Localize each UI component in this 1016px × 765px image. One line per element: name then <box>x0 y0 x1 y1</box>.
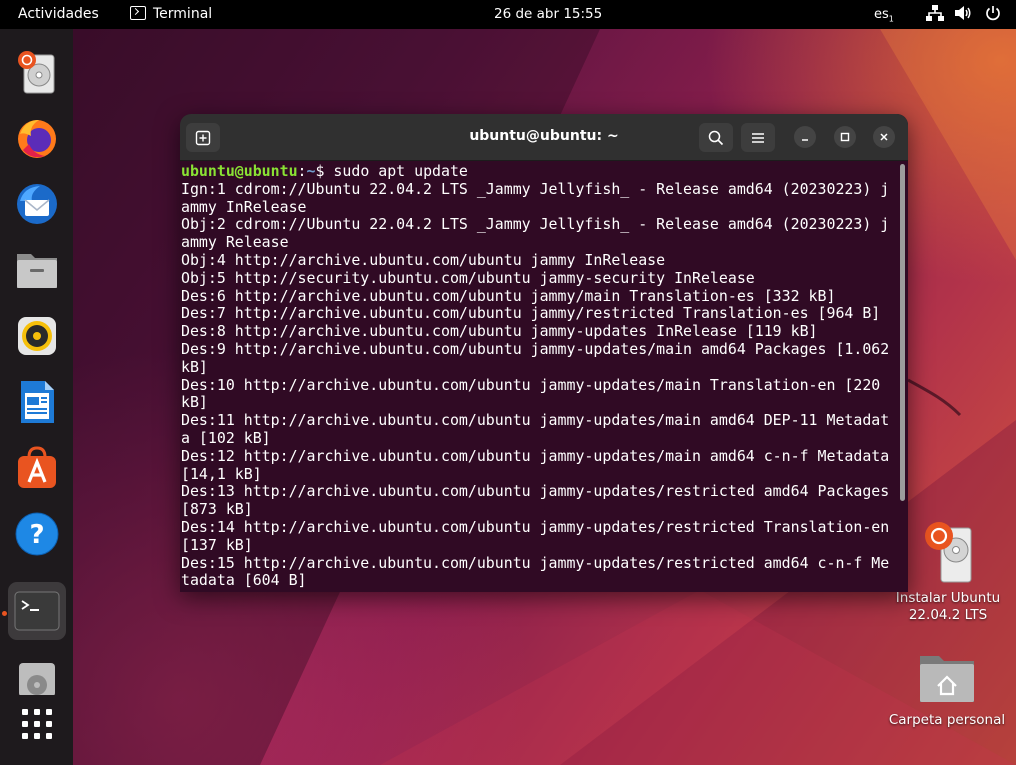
keyboard-layout-index: 1 <box>888 14 894 24</box>
minimize-icon <box>802 139 808 141</box>
output-line: Des:13 http://archive.ubuntu.com/ubuntu … <box>181 482 898 519</box>
dock-item-install-ubuntu[interactable] <box>8 43 66 101</box>
ubuntu-software-icon <box>18 446 56 488</box>
desktop-icon-home-folder[interactable]: Carpeta personal <box>887 652 1007 729</box>
rhythmbox-icon <box>18 317 56 355</box>
close-icon <box>880 133 888 141</box>
terminal-running-indicator <box>2 611 7 616</box>
dock-item-terminal[interactable] <box>8 582 66 640</box>
clock[interactable]: 26 de abr 15:55 <box>494 0 602 29</box>
desktop-icon-label: Instalar Ubuntu 22.04.2 LTS <box>895 590 1001 623</box>
output-line: Ign:1 cdrom://Ubuntu 22.04.2 LTS _Jammy … <box>181 179 890 216</box>
output-line: Obj:2 cdrom://Ubuntu 22.04.2 LTS _Jammy … <box>181 215 890 252</box>
terminal-scrollbar[interactable] <box>900 164 905 501</box>
prompt-command: sudo apt update <box>324 163 468 180</box>
output-line: Des:10 http://archive.ubuntu.com/ubuntu … <box>181 375 890 412</box>
firefox-icon <box>18 120 56 158</box>
maximize-button[interactable] <box>834 126 856 148</box>
output-line: Des:7 http://archive.ubuntu.com/ubuntu j… <box>181 304 881 323</box>
disc-icon <box>19 663 55 695</box>
dock: ? <box>0 29 73 765</box>
libreoffice-writer-icon <box>21 381 54 423</box>
output-line: Des:14 http://archive.ubuntu.com/ubuntu … <box>181 517 898 554</box>
dock-item-ubuntu-software[interactable] <box>8 439 66 497</box>
menu-button[interactable] <box>741 123 775 152</box>
output-line: Des:6 http://archive.ubuntu.com/ubuntu j… <box>181 286 836 305</box>
terminal-headerbar[interactable]: ubuntu@ubuntu: ~ <box>180 114 908 161</box>
prompt-colon: : <box>297 163 307 180</box>
install-ubuntu-icon <box>18 51 55 94</box>
output-line: Des:12 http://archive.ubuntu.com/ubuntu … <box>181 446 898 483</box>
dock-item-libreoffice-writer[interactable] <box>8 373 66 431</box>
output-line: Des:8 http://archive.ubuntu.com/ubuntu j… <box>181 322 818 341</box>
prompt-user: ubuntu@ubuntu <box>181 163 298 180</box>
app-menu-label: Terminal <box>153 6 213 22</box>
activities-button[interactable]: Actividades <box>18 0 99 29</box>
system-tray[interactable] <box>926 0 1001 29</box>
dock-item-show-apps[interactable] <box>8 695 66 753</box>
output-line: Des:11 http://archive.ubuntu.com/ubuntu … <box>181 411 890 447</box>
terminal-output[interactable]: ubuntu@ubuntu:~$ sudo apt update Ign:1 c… <box>180 163 898 592</box>
power-icon <box>986 6 1000 21</box>
install-ubuntu-icon <box>925 522 972 583</box>
dock-item-rhythmbox[interactable] <box>8 307 66 365</box>
svg-text:?: ? <box>29 520 44 550</box>
dock-item-thunderbird[interactable] <box>8 175 66 233</box>
terminal-icon <box>14 591 60 631</box>
app-menu-terminal[interactable]: Terminal <box>130 0 212 29</box>
close-button[interactable] <box>873 126 895 148</box>
home-folder-icon <box>920 656 974 702</box>
output-line: Des:15 http://archive.ubuntu.com/ubuntu … <box>181 553 890 590</box>
maximize-icon <box>840 132 850 142</box>
thunderbird-icon <box>17 184 57 224</box>
keyboard-layout-indicator[interactable]: es1 <box>874 0 894 29</box>
network-icon <box>926 5 944 21</box>
search-icon <box>708 130 724 145</box>
search-button[interactable] <box>699 123 733 152</box>
help-icon: ? <box>15 512 59 556</box>
volume-icon <box>955 6 971 20</box>
output-line: Obj:5 http://security.ubuntu.com/ubuntu … <box>181 268 755 287</box>
output-line: Obj:4 http://archive.ubuntu.com/ubuntu j… <box>181 250 666 269</box>
hamburger-menu-icon <box>752 132 764 143</box>
desktop-icon-label: Carpeta personal <box>888 712 1006 728</box>
files-icon <box>17 254 57 288</box>
dock-item-files[interactable] <box>8 241 66 299</box>
dock-item-help[interactable]: ? <box>8 505 66 563</box>
terminal-window[interactable]: ubuntu@ubuntu: ~ ubuntu@ubuntu:~$ sudo a… <box>180 114 908 592</box>
output-line: Des:9 http://archive.ubuntu.com/ubuntu j… <box>181 339 898 376</box>
prompt-line: ubuntu@ubuntu:~$ sudo apt update <box>180 163 898 181</box>
keyboard-layout-label: es <box>874 7 889 22</box>
top-bar: Actividades Terminal 26 de abr 15:55 es1 <box>0 0 1016 29</box>
dock-item-firefox[interactable] <box>8 109 66 167</box>
show-apps-icon <box>22 709 52 739</box>
terminal-small-icon <box>130 6 146 20</box>
minimize-button[interactable] <box>794 126 816 148</box>
